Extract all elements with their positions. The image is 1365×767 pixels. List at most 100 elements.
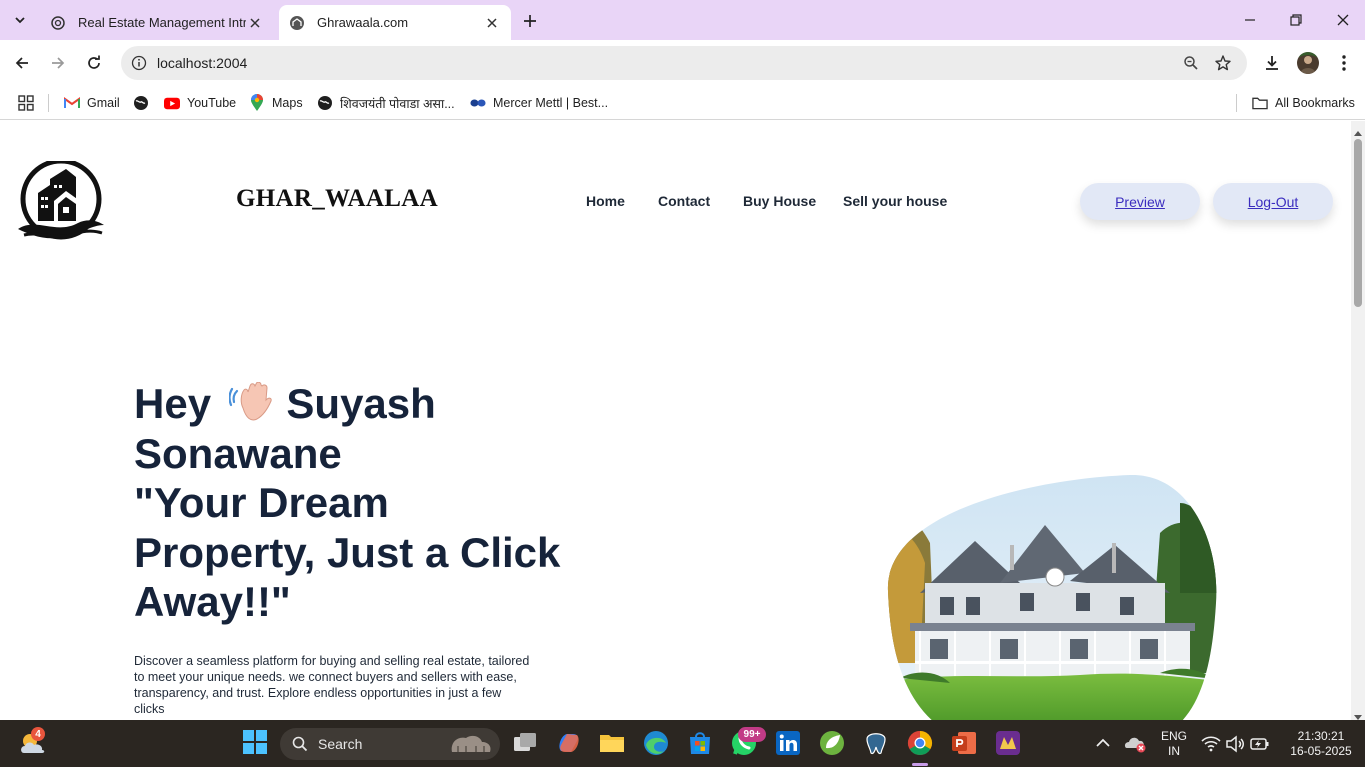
bookmark-star-icon[interactable] (1213, 53, 1233, 73)
hero-tagline-1: "Your Dream (134, 479, 389, 526)
forward-arrow-icon[interactable] (45, 50, 71, 76)
system-clock[interactable]: 21:30:21 16-05-2025 (1286, 729, 1356, 759)
close-tab-icon[interactable] (483, 14, 501, 32)
hero-description: Discover a seamless platform for buying … (134, 654, 530, 716)
brand-name: GHAR_WAALAA (236, 185, 438, 212)
onedrive-error-icon[interactable] (1124, 732, 1148, 754)
bookmark-gmail[interactable]: Gmail (64, 92, 120, 114)
page-scrollbar[interactable] (1351, 121, 1365, 720)
restore-icon[interactable] (1284, 8, 1308, 32)
bookmark-divider (1236, 94, 1237, 112)
hero-tagline-3: Away!!" (134, 578, 291, 625)
hero-last-name: Sonawane (134, 429, 342, 477)
file-explorer-icon[interactable] (598, 729, 626, 757)
tab-ghrawaala[interactable]: Ghrawaala.com (279, 5, 511, 40)
mercer-logo-icon (470, 95, 486, 111)
bookmark-label: YouTube (187, 96, 237, 110)
bookmark-label: Mercer Mettl | Best... (493, 96, 609, 110)
wifi-icon[interactable] (1200, 733, 1222, 755)
game-app-icon[interactable] (994, 729, 1022, 757)
zoom-icon[interactable] (1181, 53, 1201, 73)
whatsapp-badge: 99+ (738, 727, 766, 742)
new-tab-plus-icon[interactable] (518, 9, 542, 33)
close-tab-icon[interactable] (246, 14, 264, 32)
web-page: GHAR_WAALAA Home Contact Buy House Sell … (0, 121, 1351, 720)
more-menu-icon[interactable] (1332, 51, 1356, 75)
bookmark-divider (48, 94, 49, 112)
reload-icon[interactable] (81, 50, 107, 76)
apps-grid-icon[interactable] (18, 92, 34, 114)
tab-search-button[interactable] (6, 7, 34, 33)
bookmark-youtube[interactable]: YouTube (164, 92, 236, 114)
clock-time: 21:30:21 (1297, 729, 1345, 743)
scrollbar-thumb[interactable] (1354, 139, 1362, 307)
volume-icon[interactable] (1224, 733, 1246, 755)
site-logo[interactable] (16, 158, 106, 241)
waving-hand-icon (228, 381, 275, 424)
weather-badge: 4 (31, 727, 45, 741)
language-indicator[interactable]: ENG IN (1155, 729, 1193, 759)
gmail-icon (64, 95, 80, 111)
profile-avatar[interactable] (1297, 52, 1319, 74)
region-code: IN (1168, 744, 1180, 758)
back-arrow-icon[interactable] (9, 50, 35, 76)
elephant-search-highlight-icon (448, 732, 494, 756)
linkedin-icon[interactable] (774, 729, 802, 757)
bookmark-globe[interactable] (133, 92, 156, 114)
nav-sell-your-house[interactable]: Sell your house (843, 193, 947, 209)
edge-icon[interactable] (642, 729, 670, 757)
preview-button[interactable]: Preview (1080, 183, 1200, 220)
browser-toolbar: localhost:2004 (0, 40, 1365, 86)
show-hidden-icons-chevron-icon[interactable] (1092, 732, 1114, 754)
nav-home[interactable]: Home (586, 193, 625, 209)
url-text: localhost:2004 (157, 55, 248, 71)
clock-date: 16-05-2025 (1290, 744, 1352, 758)
battery-charging-icon[interactable] (1249, 733, 1271, 755)
nav-contact[interactable]: Contact (658, 193, 710, 209)
bookmark-maps[interactable]: Maps (249, 92, 303, 114)
taskbar: 4 Search 99+ ENG IN 21:30:21 16-05-2025 (0, 720, 1365, 767)
globe-icon (133, 95, 149, 111)
bookmark-label: शिवजयंती पोवाडा असा... (340, 96, 455, 111)
openai-icon (50, 15, 66, 31)
search-label: Search (318, 736, 363, 752)
minimize-icon[interactable] (1238, 8, 1262, 32)
nav-buy-house[interactable]: Buy House (743, 193, 816, 209)
tab-title: Real Estate Management Intro (78, 15, 246, 30)
hero-tagline-2: Property, Just a Click (134, 528, 561, 576)
bookmark-shivjayanti[interactable]: शिवजयंती पोवाडा असा... (317, 92, 455, 114)
download-icon[interactable] (1260, 51, 1284, 75)
bookmarks-bar: Gmail YouTube Maps शिवजयंती पोवाडा असा..… (0, 86, 1365, 120)
tab-real-estate-intro[interactable]: Real Estate Management Intro (40, 5, 274, 40)
site-favicon (289, 15, 305, 31)
postgresql-icon[interactable] (862, 729, 890, 757)
all-bookmarks-button[interactable]: All Bookmarks (1252, 92, 1355, 114)
site-info-icon[interactable] (130, 54, 148, 72)
bookmark-label: Maps (272, 96, 303, 110)
powerpoint-icon[interactable] (950, 729, 978, 757)
spring-icon[interactable] (818, 729, 846, 757)
hero-heading: Hey Suyash Sonawane "Your Dream Property… (134, 379, 574, 627)
house-image (880, 473, 1218, 720)
address-bar[interactable]: localhost:2004 (121, 46, 1247, 80)
scroll-down-arrow-icon[interactable] (1354, 708, 1362, 720)
logout-button[interactable]: Log-Out (1213, 183, 1333, 220)
folder-icon (1252, 95, 1268, 111)
active-app-indicator (912, 763, 928, 766)
windows-start-icon[interactable] (242, 729, 270, 757)
copilot-icon[interactable] (555, 729, 583, 757)
all-bookmarks-label: All Bookmarks (1275, 96, 1355, 110)
globe-icon (317, 95, 333, 111)
task-view-icon[interactable] (511, 729, 539, 757)
bookmark-label: Gmail (87, 96, 120, 110)
youtube-icon (164, 95, 180, 111)
close-window-icon[interactable] (1331, 8, 1355, 32)
language-code: ENG (1160, 729, 1187, 743)
tab-strip: Real Estate Management Intro Ghrawaala.c… (0, 0, 1365, 40)
chrome-icon[interactable] (906, 729, 934, 757)
bookmark-mercer-mettl[interactable]: Mercer Mettl | Best... (470, 92, 608, 114)
scroll-up-arrow-icon[interactable] (1354, 125, 1362, 136)
taskbar-search[interactable]: Search (280, 728, 500, 760)
microsoft-store-icon[interactable] (686, 729, 714, 757)
hero-first-name: Suyash (274, 380, 436, 427)
